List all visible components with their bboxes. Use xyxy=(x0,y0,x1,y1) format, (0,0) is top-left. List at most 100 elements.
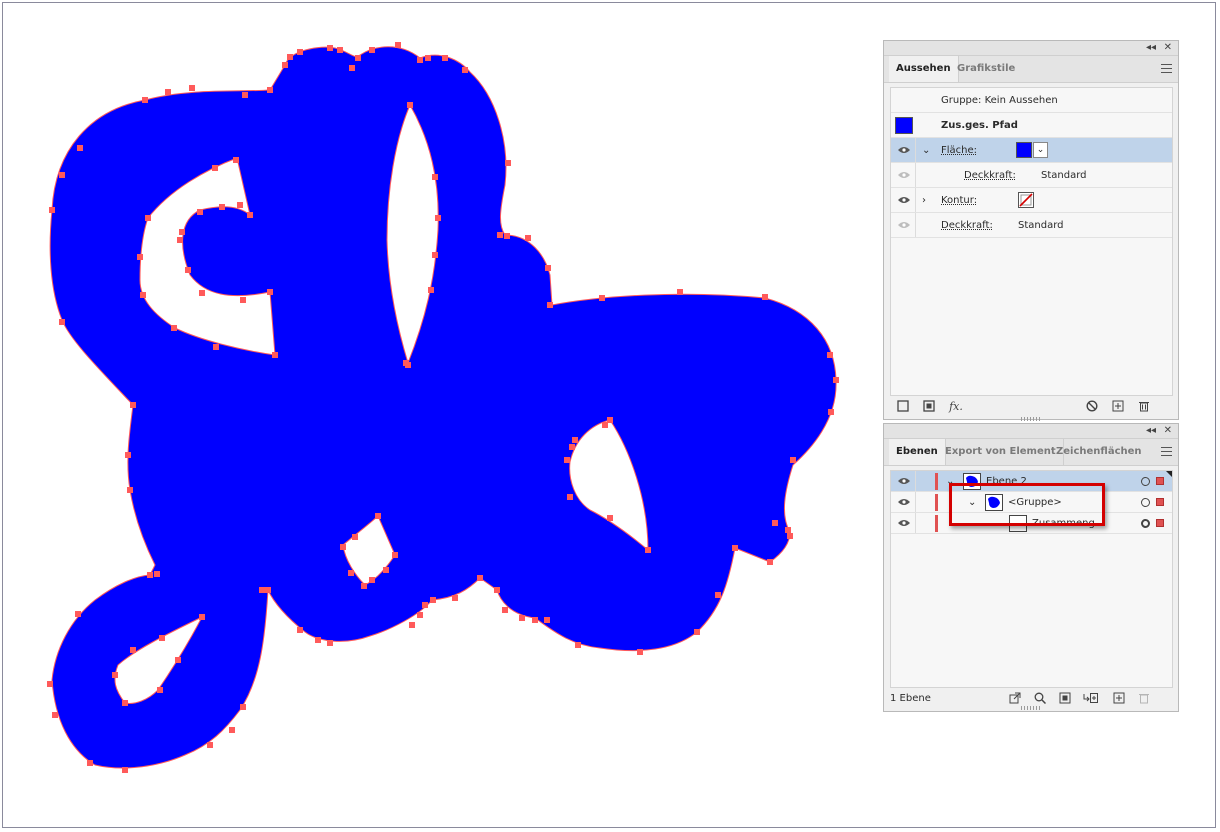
anchor-point[interactable] xyxy=(297,627,303,633)
anchor-point[interactable] xyxy=(785,527,791,533)
anchor-point[interactable] xyxy=(349,65,355,71)
fill-opacity-row[interactable]: Deckkraft: Standard xyxy=(891,163,1172,188)
anchor-point[interactable] xyxy=(532,617,538,623)
anchor-point[interactable] xyxy=(340,544,346,550)
anchor-point[interactable] xyxy=(233,157,239,163)
anchor-point[interactable] xyxy=(694,629,700,635)
anchor-point[interactable] xyxy=(154,571,160,577)
anchor-point[interactable] xyxy=(125,452,131,458)
target-icon[interactable] xyxy=(1141,477,1150,486)
anchor-point[interactable] xyxy=(145,215,151,221)
eye-icon[interactable] xyxy=(898,146,910,154)
anchor-point[interactable] xyxy=(177,237,183,243)
tab-zeichenflaechen[interactable]: Zeichenflächen xyxy=(1049,439,1149,465)
anchor-point[interactable] xyxy=(348,570,354,576)
anchor-point[interactable] xyxy=(127,487,133,493)
anchor-point[interactable] xyxy=(240,704,246,710)
anchor-point[interactable] xyxy=(112,672,118,678)
target-icon[interactable] xyxy=(1141,498,1150,507)
anchor-point[interactable] xyxy=(435,215,441,221)
anchor-point[interactable] xyxy=(547,302,553,308)
anchor-point[interactable] xyxy=(494,587,500,593)
anchor-point[interactable] xyxy=(59,319,65,325)
clear-appearance-icon[interactable] xyxy=(1085,400,1098,413)
anchor-point[interactable] xyxy=(564,457,570,463)
close-icon[interactable]: ✕ xyxy=(1164,41,1172,54)
clipping-mask-icon[interactable] xyxy=(1058,692,1071,705)
chevron-down-icon[interactable]: ⌄ xyxy=(922,138,930,163)
anchor-point[interactable] xyxy=(828,409,834,415)
anchor-point[interactable] xyxy=(240,297,246,303)
anchor-point[interactable] xyxy=(259,587,265,593)
resize-grip[interactable] xyxy=(1021,417,1041,421)
anchor-point[interactable] xyxy=(544,617,550,623)
anchor-point[interactable] xyxy=(213,344,219,350)
anchor-point[interactable] xyxy=(375,513,381,519)
anchor-point[interactable] xyxy=(407,102,413,108)
anchor-point[interactable] xyxy=(787,533,793,539)
fill-row[interactable]: ⌄ Fläche: ⌄ xyxy=(891,138,1172,163)
anchor-point[interactable] xyxy=(504,233,510,239)
stroke-row[interactable]: › Kontur: xyxy=(891,188,1172,213)
anchor-point[interactable] xyxy=(179,229,185,235)
anchor-point[interactable] xyxy=(199,290,205,296)
anchor-point[interactable] xyxy=(417,612,423,618)
anchor-point[interactable] xyxy=(315,637,321,643)
anchor-point[interactable] xyxy=(432,174,438,180)
fx-icon[interactable]: fx. xyxy=(947,400,965,413)
anchor-point[interactable] xyxy=(575,642,581,648)
anchor-point[interactable] xyxy=(137,254,143,260)
anchor-point[interactable] xyxy=(287,54,293,60)
anchor-point[interactable] xyxy=(545,265,551,271)
anchor-point[interactable] xyxy=(282,62,288,68)
anchor-point[interactable] xyxy=(199,614,205,620)
anchor-point[interactable] xyxy=(409,622,415,628)
anchor-point[interactable] xyxy=(142,97,148,103)
tab-grafikstile[interactable]: Grafikstile xyxy=(950,56,1022,82)
anchor-point[interactable] xyxy=(175,657,181,663)
anchor-point[interactable] xyxy=(392,552,398,558)
delete-item-icon[interactable] xyxy=(1137,400,1150,413)
anchor-point[interactable] xyxy=(87,760,93,766)
anchor-point[interactable] xyxy=(425,55,431,61)
anchor-point[interactable] xyxy=(497,232,503,238)
eye-icon[interactable] xyxy=(898,196,910,204)
anchor-point[interactable] xyxy=(452,595,458,601)
anchor-point[interactable] xyxy=(189,85,195,91)
new-fill-icon[interactable] xyxy=(922,400,935,413)
eye-icon[interactable] xyxy=(898,519,910,527)
opacity-label[interactable]: Deckkraft: xyxy=(941,213,993,238)
anchor-point[interactable] xyxy=(337,47,343,53)
anchor-point[interactable] xyxy=(159,635,165,641)
selection-indicator[interactable] xyxy=(1156,477,1164,485)
anchor-point[interactable] xyxy=(272,352,278,358)
target-icon-appearance[interactable] xyxy=(1141,519,1150,528)
panel-menu-icon[interactable] xyxy=(1161,447,1172,459)
collapse-icon[interactable]: ◂◂ xyxy=(1146,424,1156,437)
anchor-point[interactable] xyxy=(569,444,575,450)
new-sublayer-icon[interactable] xyxy=(1083,692,1098,705)
fill-dropdown-chevron-icon[interactable]: ⌄ xyxy=(1033,142,1048,158)
anchor-point[interactable] xyxy=(49,207,55,213)
anchor-point[interactable] xyxy=(572,437,578,443)
anchor-point[interactable] xyxy=(130,402,136,408)
panel-topbar[interactable]: ◂◂ ✕ xyxy=(884,41,1178,56)
anchor-point[interactable] xyxy=(602,422,608,428)
resize-grip[interactable] xyxy=(1021,706,1041,710)
anchor-point[interactable] xyxy=(171,325,177,331)
panel-topbar[interactable]: ◂◂ ✕ xyxy=(884,424,1178,439)
collapse-icon[interactable]: ◂◂ xyxy=(1146,41,1156,54)
anchor-point[interactable] xyxy=(369,577,375,583)
anchor-point[interactable] xyxy=(599,295,605,301)
stroke-label[interactable]: Kontur: xyxy=(941,188,977,213)
tab-aussehen[interactable]: Aussehen xyxy=(889,56,959,82)
anchor-point[interactable] xyxy=(502,607,508,613)
anchor-point[interactable] xyxy=(422,602,428,608)
anchor-point[interactable] xyxy=(428,287,434,293)
eye-icon[interactable] xyxy=(898,477,910,485)
anchor-point[interactable] xyxy=(130,647,136,653)
anchor-point[interactable] xyxy=(355,55,361,61)
anchor-point[interactable] xyxy=(477,575,483,581)
anchor-point[interactable] xyxy=(327,45,333,51)
anchor-point[interactable] xyxy=(417,57,423,63)
